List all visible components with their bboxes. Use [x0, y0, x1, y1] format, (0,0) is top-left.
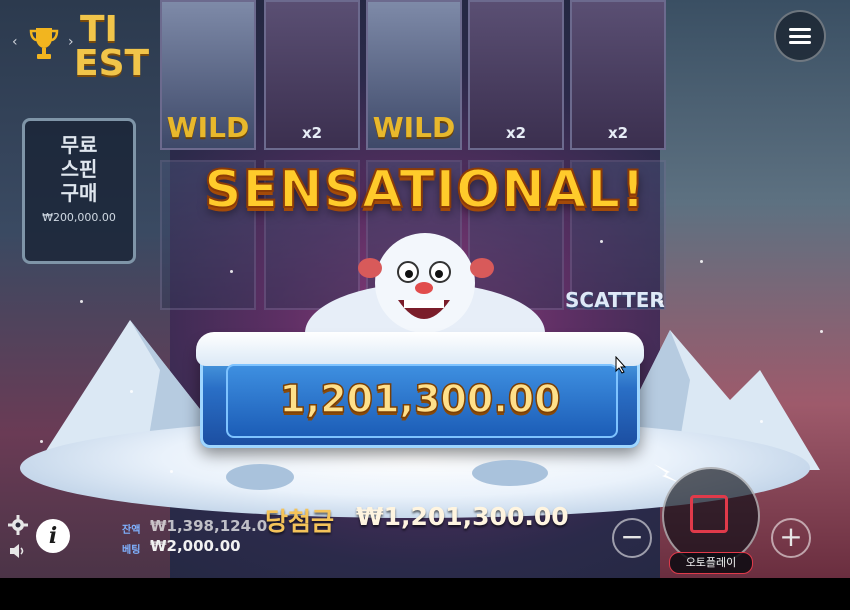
gear-icon[interactable] — [8, 515, 28, 535]
trophy-button[interactable]: ‹ › — [12, 20, 76, 72]
trophy-icon — [29, 28, 59, 59]
buy-label-line3: 구매 — [60, 181, 98, 205]
wild-label: WILD — [372, 111, 456, 144]
buy-label-line2: 스핀 — [60, 157, 98, 181]
buy-free-spins-button[interactable]: 무료 스핀 구매 ₩200,000.00 — [22, 118, 136, 264]
balance-label: 잔액 — [122, 525, 141, 536]
speaker-icon[interactable] — [8, 543, 28, 559]
multiplier-label: x2 — [301, 124, 323, 142]
multiplier-label: x2 — [505, 124, 527, 142]
scatter-label: SCATTER — [565, 288, 665, 312]
reel-cell-hero: x2 — [264, 0, 360, 150]
balance-value: ₩1,398,124.0 — [150, 517, 268, 535]
info-button[interactable]: i — [36, 519, 70, 553]
buy-label-line1: 무료 — [60, 133, 98, 157]
autoplay-button[interactable]: 오토플레이 — [669, 552, 753, 574]
bet-label: 베팅 — [122, 545, 141, 556]
stop-spin-button[interactable] — [662, 467, 760, 565]
game-stage: WILD x2 WILD x2 x2 SCATTER TI EST ‹ › 무료… — [0, 0, 850, 578]
reel-cell-hero: x2 — [468, 0, 564, 150]
stop-icon — [690, 495, 728, 533]
multiplier-label: x2 — [607, 124, 629, 142]
reel-cell-hero: x2 — [570, 0, 666, 150]
menu-button[interactable] — [774, 10, 826, 62]
bet-increase-button[interactable]: + — [771, 518, 811, 558]
footprints — [226, 460, 548, 490]
reel-cell-yeti-wild: WILD — [366, 0, 462, 150]
logo-text-2: EST — [74, 43, 150, 84]
reel-cell-yeti-wild: WILD — [160, 0, 256, 150]
big-win-amount: 1,201,300.00 — [279, 376, 562, 422]
win-label: 당첨금 — [265, 507, 335, 536]
buy-price: ₩200,000.00 — [42, 211, 116, 224]
snow-cap — [196, 332, 644, 366]
bet-decrease-button[interactable]: − — [612, 518, 652, 558]
footer-left: i 잔액 ₩1,398,124.0 베팅 ₩2,000.00 — [0, 505, 270, 575]
hamburger-icon — [789, 28, 811, 44]
chevron-right-icon[interactable]: › — [68, 34, 74, 50]
wild-label: WILD — [166, 111, 250, 144]
chevron-left-icon[interactable]: ‹ — [12, 34, 18, 50]
mouse-cursor-icon — [615, 356, 627, 374]
win-amount: ₩1,201,300.00 — [356, 502, 569, 531]
bet-value: ₩2,000.00 — [150, 537, 241, 555]
win-headline: SENSATIONAL! — [203, 159, 646, 221]
